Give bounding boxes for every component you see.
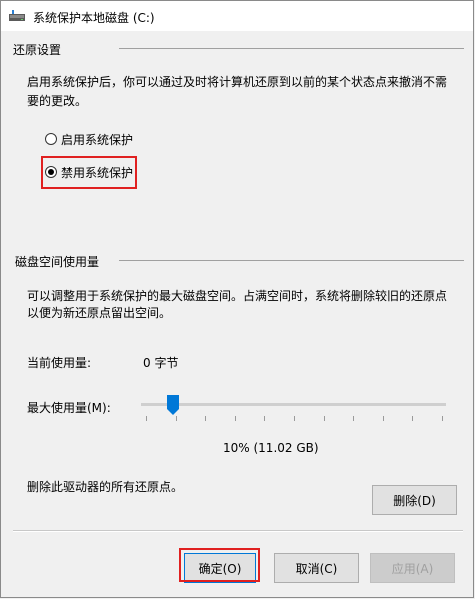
delete-restore-points-text: 删除此驱动器的所有还原点。: [27, 480, 184, 494]
slider-tick: [323, 416, 325, 421]
system-protection-dialog: 系统保护本地磁盘 (C:) 还原设置 启用系统保护后，你可以通过及时将计算机还原…: [0, 0, 474, 598]
slider-tick: [294, 416, 295, 421]
disable-protection-highlight: [41, 156, 137, 189]
slider-readout: 10% (11.02 GB): [223, 441, 319, 455]
slider-tick: [146, 416, 147, 421]
radio-enable-indicator[interactable]: [45, 133, 57, 145]
max-usage-slider-thumb[interactable]: [167, 395, 179, 415]
slider-tick: [442, 416, 443, 421]
slider-tick: [205, 416, 207, 421]
radio-enable-label: 启用系统保护: [61, 132, 134, 147]
slider-tick: [264, 416, 266, 421]
title-bar: 系统保护本地磁盘 (C:): [1, 1, 473, 31]
slider-tick: [382, 416, 384, 421]
current-usage-label: 当前使用量:: [27, 356, 92, 370]
cancel-button[interactable]: 取消(C): [274, 553, 359, 583]
max-usage-slider-track[interactable]: [141, 403, 446, 406]
window-title: 系统保护本地磁盘 (C:): [33, 11, 155, 25]
slider-tick: [234, 416, 236, 421]
drive-icon: [9, 10, 25, 21]
restore-settings-heading: 还原设置: [13, 43, 62, 57]
restore-description-line2: 要的更改。: [27, 94, 88, 108]
max-usage-label: 最大使用量(M):: [27, 401, 111, 415]
radio-enable-protection[interactable]: 启用系统保护: [45, 130, 133, 148]
disk-usage-heading: 磁盘空间使用量: [15, 255, 100, 269]
current-usage-value: 0 字节: [143, 356, 179, 370]
slider-tick: [412, 416, 414, 421]
delete-button[interactable]: 删除(D): [372, 485, 457, 515]
slider-tick: [353, 416, 355, 421]
slider-tick: [175, 416, 177, 421]
footer-separator-highlight: [13, 531, 463, 532]
apply-button[interactable]: 应用(A): [370, 553, 455, 583]
restore-description-line1: 启用系统保护后，你可以通过及时将计算机还原到以前的某个状态点来撤消不需: [27, 75, 448, 89]
disk-usage-divider: [119, 260, 464, 261]
disk-description-line2: 以便为新还原点留出空间。: [27, 306, 172, 320]
restore-settings-divider: [119, 48, 464, 49]
ok-button-highlight: [179, 548, 260, 582]
